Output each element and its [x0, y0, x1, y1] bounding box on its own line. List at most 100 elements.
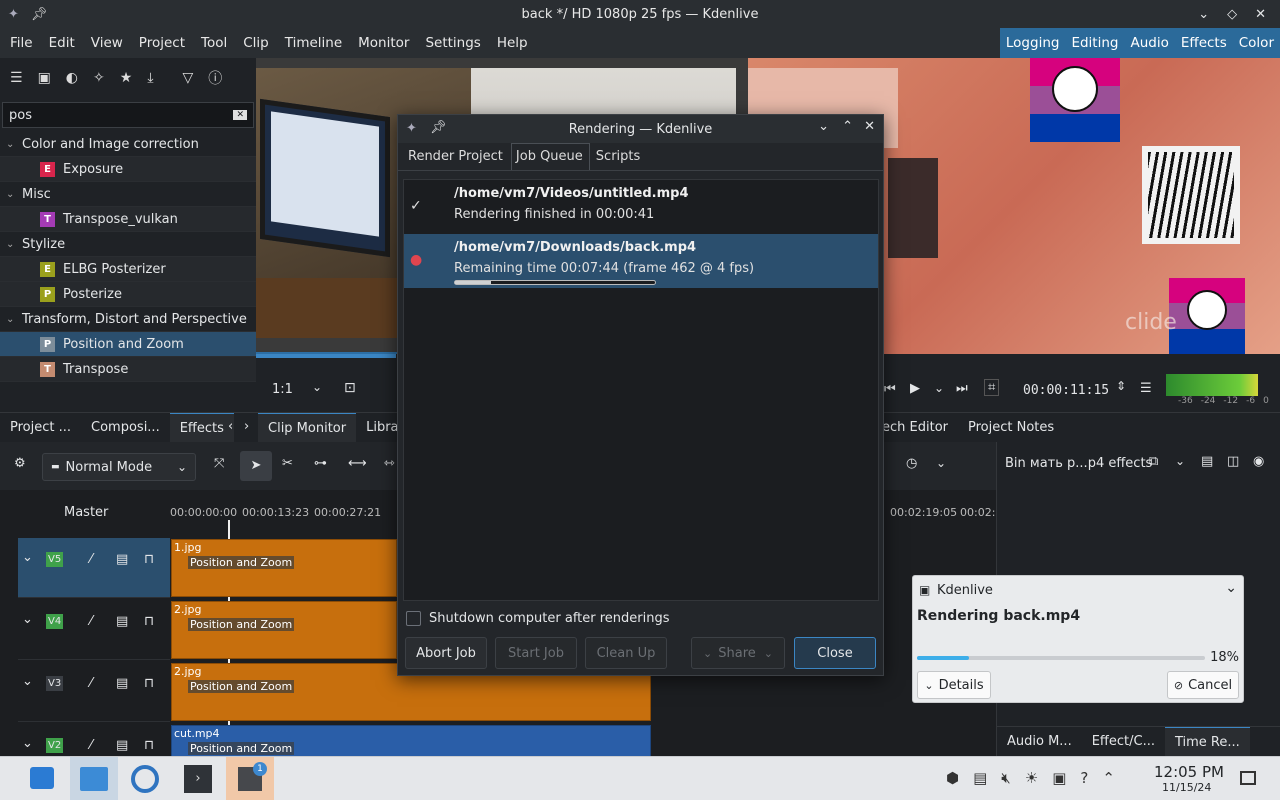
panel-tab[interactable]: Composi... [81, 413, 170, 443]
layout-audio[interactable]: Audio [1124, 35, 1174, 51]
list-icon[interactable]: ☰ [10, 70, 23, 86]
chevron-down-icon[interactable]: ⌄ [312, 380, 322, 394]
chevron-down-icon[interactable]: ⌄ [6, 314, 22, 325]
chevron-down-icon[interactable]: ⌄ [6, 139, 22, 150]
layout-color[interactable]: Color [1233, 35, 1280, 51]
panel-tab[interactable]: Project ... [0, 413, 81, 443]
chevron-down-icon[interactable]: ⌄ [6, 239, 22, 250]
effects-toggle-icon[interactable]: ⁄ [90, 614, 92, 629]
filter-icon[interactable]: ▽ [183, 70, 194, 86]
close-icon[interactable]: ✕ [864, 119, 875, 134]
clean-up-button[interactable]: Clean Up [585, 637, 667, 669]
menu-view[interactable]: View [83, 35, 131, 51]
menu-project[interactable]: Project [131, 35, 193, 51]
effects-toggle-icon[interactable]: ⁄ [90, 552, 92, 567]
pin-icon[interactable]: 📌︎ [31, 7, 48, 22]
share-button[interactable]: ⌄ Share ⌄ [691, 637, 785, 669]
compare-icon[interactable]: ⧉ [1149, 454, 1158, 469]
effects-search-input[interactable]: pos ✕ [2, 102, 254, 128]
timeline-clip[interactable]: 1.jpg Position and Zoom [171, 539, 397, 597]
panel-tab[interactable]: Clip Monitor [258, 413, 357, 443]
zoom-select[interactable]: 1:1 [272, 382, 293, 397]
film-icon[interactable]: ▤ [116, 552, 128, 567]
panel-tab[interactable]: ech Editor [872, 413, 958, 443]
audio-icon[interactable]: ◐ [66, 70, 78, 86]
dialog-tab[interactable]: Render Project [404, 144, 509, 170]
fullscreen-icon[interactable]: ⊡ [344, 380, 356, 396]
clear-search-icon[interactable]: ✕ [233, 110, 247, 120]
collapse-track-icon[interactable]: ⌄ [22, 674, 33, 689]
terminal-icon[interactable]: › [184, 765, 212, 793]
menu-edit[interactable]: Edit [41, 35, 83, 51]
render-job-item[interactable]: ✓ /home/vm7/Videos/untitled.mp4 Rendering … [404, 180, 878, 234]
track-name[interactable]: V2 [46, 738, 64, 753]
chevron-down-icon[interactable]: ⌄ [936, 456, 946, 470]
help-icon[interactable]: ? [1080, 769, 1088, 787]
collapse-track-icon[interactable]: ⌄ [22, 612, 33, 627]
track-name[interactable]: V3 [46, 676, 64, 691]
close-button[interactable]: Close [794, 637, 876, 669]
effect-category[interactable]: ⌄ Transform, Distort and Perspective [0, 307, 256, 332]
track-name[interactable]: V4 [46, 614, 64, 629]
effect-item[interactable]: P Posterize [0, 282, 256, 307]
menu-monitor[interactable]: Monitor [350, 35, 417, 51]
track-header[interactable]: ⌄ V5 ⁄ ▤ ⊓ [18, 538, 170, 598]
info-icon[interactable]: ⓘ [208, 68, 222, 88]
effect-category[interactable]: ⌄ Stylize [0, 232, 256, 257]
effects-toggle-icon[interactable]: ⁄ [90, 676, 92, 691]
menu-tool[interactable]: Tool [193, 35, 235, 51]
spin-arrows-icon[interactable]: ⇕ [1116, 379, 1126, 393]
slip-tool-icon[interactable]: ⊶ [314, 456, 327, 471]
menu-clip[interactable]: Clip [235, 35, 277, 51]
app-launcher-icon[interactable] [30, 767, 54, 789]
minimize-icon[interactable]: ⌄ [818, 119, 829, 134]
film-icon[interactable]: ▤ [116, 676, 128, 691]
lock-icon[interactable]: ⊓ [144, 614, 154, 629]
lock-icon[interactable]: ⊓ [144, 552, 154, 567]
download-icon[interactable]: ⤓ [147, 70, 153, 86]
timecode-display[interactable]: 00:00:11:15 [1023, 383, 1109, 398]
custom-icon[interactable]: ✧ [93, 70, 105, 86]
pin-icon[interactable]: 📌︎ [430, 120, 447, 135]
timeline-settings-icon[interactable]: ⚙ [14, 456, 26, 471]
storage-icon[interactable]: ▣ [1052, 769, 1066, 787]
panel-tab[interactable]: Project Notes [958, 413, 1064, 443]
effect-item[interactable]: T Transpose [0, 357, 256, 382]
updates-icon[interactable]: ⬢ [946, 769, 959, 787]
effect-item[interactable]: T Transpose_vulkan [0, 207, 256, 232]
track-header[interactable]: ⌄ V3 ⁄ ▤ ⊓ [18, 662, 170, 722]
taskbar-file-manager[interactable] [70, 757, 118, 800]
track-name[interactable]: V5 [46, 552, 64, 567]
crop-icon[interactable]: ⌗ [984, 379, 1000, 396]
film-icon[interactable]: ▤ [116, 614, 128, 629]
abort-job-button[interactable]: Abort Job [405, 637, 487, 669]
timeline-preview-icon[interactable]: ◷ [906, 456, 917, 471]
shutdown-option[interactable]: Shutdown computer after renderings [406, 611, 670, 626]
layout-effects[interactable]: Effects [1175, 35, 1233, 51]
panel-tab[interactable]: Audio M... [997, 727, 1082, 757]
dialog-tab[interactable]: Job Queue [510, 143, 590, 170]
collapse-icon[interactable]: ⌄ [1225, 580, 1237, 596]
tab-scroll-left-icon[interactable]: ‹ [228, 419, 233, 434]
shutdown-checkbox[interactable] [406, 611, 421, 626]
timeline-clip[interactable]: 2.jpg Position and Zoom [171, 601, 397, 659]
roll-tool-icon[interactable]: ⇿ [384, 456, 395, 471]
panel-tab[interactable]: Time Re... [1164, 726, 1250, 757]
chevron-up-icon[interactable]: ⌃ [1102, 769, 1115, 787]
effect-category[interactable]: ⌄ Misc [0, 182, 256, 207]
taskbar-kdenlive[interactable]: 1 [226, 757, 274, 800]
lock-icon[interactable]: ⊓ [144, 738, 154, 753]
eye-icon[interactable]: ◉ [1253, 454, 1264, 469]
brightness-icon[interactable]: ☀ [1025, 769, 1038, 787]
minimize-icon[interactable]: ⌄ [1198, 7, 1209, 22]
track-header[interactable]: ⌄ V4 ⁄ ▤ ⊓ [18, 600, 170, 660]
tab-scroll-right-icon[interactable]: › [244, 419, 249, 434]
razor-tool-icon[interactable]: ✂ [282, 456, 293, 471]
clipboard-icon[interactable]: ▤ [973, 769, 987, 787]
select-tool-icon[interactable]: ➤ [240, 451, 272, 481]
render-job-item[interactable]: ● /home/vm7/Downloads/back.mp4 Remaining t… [404, 234, 878, 288]
chevron-down-icon[interactable]: ⌄ [934, 381, 944, 395]
menu-settings[interactable]: Settings [417, 35, 488, 51]
panel-tab[interactable]: Effect/C... [1082, 727, 1165, 757]
start-job-button[interactable]: Start Job [495, 637, 577, 669]
